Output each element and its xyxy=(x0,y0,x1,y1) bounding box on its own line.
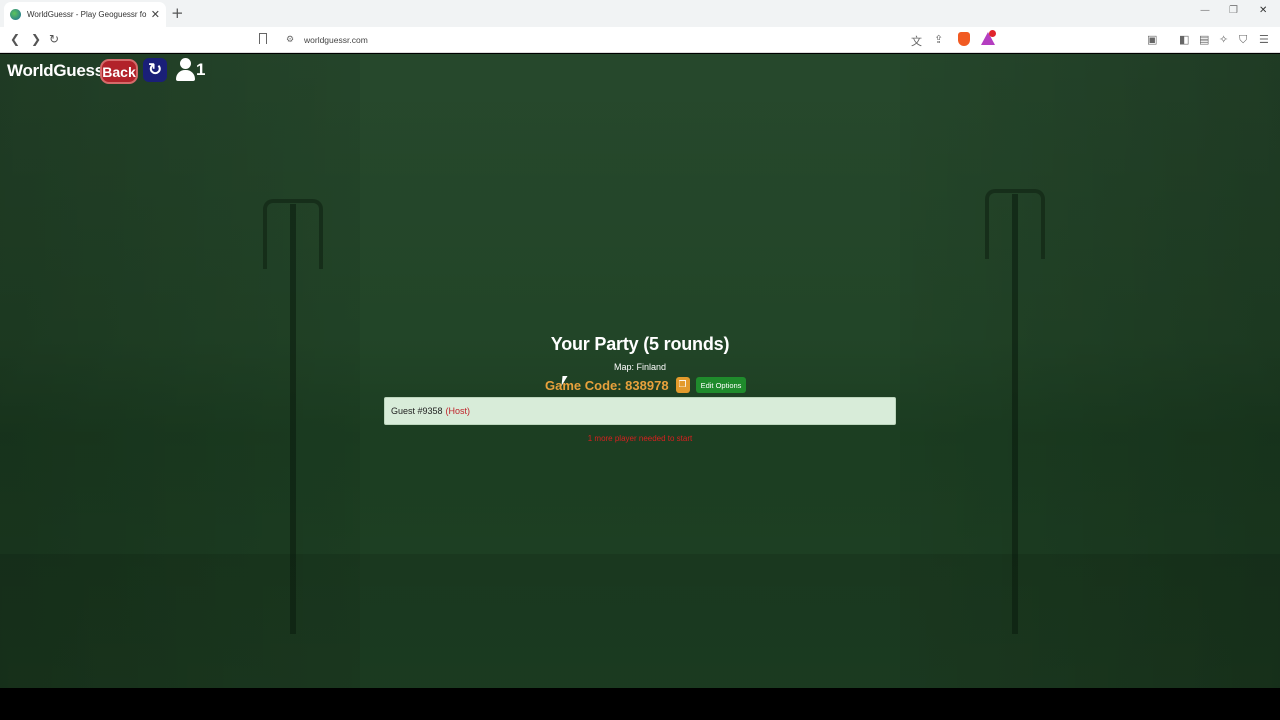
game-page: WorldGuessr Back ↻ 1 Your Party (5 round… xyxy=(0,54,1280,688)
back-arrow-icon[interactable]: ❮ xyxy=(10,32,20,46)
minimize-icon[interactable]: — xyxy=(1200,5,1210,16)
forward-arrow-icon[interactable]: ❯ xyxy=(31,32,41,46)
reader-mode-icon[interactable]: ▣ xyxy=(1147,33,1157,46)
need-players-message: 1 more player needed to start xyxy=(587,434,693,443)
wallet-icon[interactable]: ▤ xyxy=(1199,33,1209,46)
window-close-icon[interactable]: ✕ xyxy=(1259,5,1267,16)
worldguessr-logo[interactable]: WorldGuessr xyxy=(7,61,110,81)
party-player-list: Guest #9358 (Host) xyxy=(384,397,896,425)
street-lamp-head xyxy=(985,189,1045,259)
back-button[interactable]: Back xyxy=(100,59,138,84)
new-tab-button[interactable]: + xyxy=(171,4,184,22)
edit-options-button[interactable]: Edit Options xyxy=(695,377,747,393)
menu-icon[interactable]: ☰ xyxy=(1259,33,1269,46)
translate-icon[interactable]: 文 xyxy=(911,33,922,49)
street-road xyxy=(0,554,1280,688)
brave-shields-icon[interactable] xyxy=(958,32,970,46)
browser-tab-worldguessr[interactable]: WorldGuessr - Play Geoguessr fo ✕ xyxy=(4,2,166,27)
reload-icon[interactable]: ↻ xyxy=(49,32,59,46)
notification-badge xyxy=(989,30,996,37)
street-lamp-head xyxy=(263,199,323,269)
bookmark-icon[interactable] xyxy=(259,33,267,44)
user-icon xyxy=(175,58,195,82)
host-badge: (Host) xyxy=(445,406,471,416)
vpn-shield-icon[interactable]: ⛉ xyxy=(1239,33,1247,47)
taskbar-strip xyxy=(0,688,1280,720)
mouse-cursor-icon xyxy=(561,376,568,386)
refresh-icon[interactable]: ↻ xyxy=(143,58,167,82)
tab-title: WorldGuessr - Play Geoguessr fo xyxy=(27,10,147,19)
restore-icon[interactable]: ❐ xyxy=(1229,5,1238,16)
tab-close-icon[interactable]: ✕ xyxy=(151,8,160,21)
browser-tab-bar: WorldGuessr - Play Geoguessr fo ✕ + — ❐ … xyxy=(0,0,1280,27)
party-map: Map: Finland xyxy=(613,362,667,372)
game-code-row: Game Code: 838978 ❐ Edit Options xyxy=(545,376,747,394)
copy-code-icon[interactable]: ❐ xyxy=(675,377,690,393)
address-bar[interactable]: worldguessr.com xyxy=(304,35,368,45)
site-info-icon[interactable]: ⚙ xyxy=(286,35,294,45)
party-title: Your Party (5 rounds) xyxy=(550,334,730,354)
player-name: Guest #9358 xyxy=(391,406,443,416)
sidebar-icon[interactable]: ◧ xyxy=(1179,33,1189,46)
globe-favicon-icon xyxy=(10,9,21,20)
share-icon[interactable]: ⇪ xyxy=(934,33,943,46)
browser-toolbar: ❮ ❯ ↻ ⚙ worldguessr.com 文 ⇪ ▣ ◧ ▤ ✧ ⛉ ☰ xyxy=(0,27,1280,53)
street-lamp xyxy=(1012,194,1018,634)
leo-ai-icon[interactable]: ✧ xyxy=(1219,33,1228,46)
online-player-count: 1 xyxy=(196,60,206,79)
